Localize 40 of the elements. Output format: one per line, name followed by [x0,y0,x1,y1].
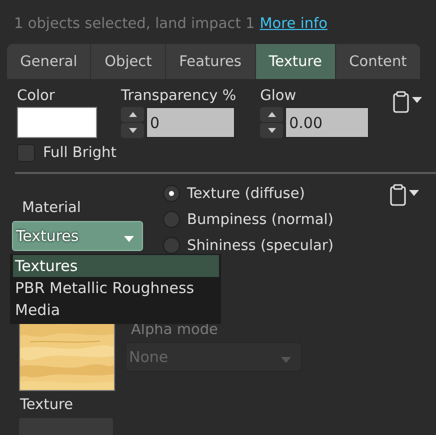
caret-icon [412,97,422,103]
radio-button[interactable] [163,237,180,254]
radio-button[interactable] [163,211,180,228]
decrement-button[interactable] [260,123,284,138]
tab[interactable]: Texture [256,44,336,79]
map-option-label[interactable]: Bumpiness (normal) [187,212,334,228]
increment-button[interactable] [260,107,284,122]
color-swatch[interactable] [17,107,97,138]
more-info-link[interactable]: More info [260,16,328,32]
alpha-mode-label: Alpha mode [131,322,219,338]
glow-label: Glow [260,88,298,104]
paste-menu-button[interactable] [390,184,419,206]
menu-item[interactable]: PBR Metallic Roughness [13,277,219,299]
material-label: Material [22,200,82,216]
map-option-label[interactable]: Shininess (specular) [187,238,334,254]
full-bright-label: Full Bright [43,145,116,161]
transparency-field[interactable]: 0 [146,107,235,138]
map-option-label[interactable]: Texture (diffuse) [187,186,305,202]
caret-icon [124,236,134,242]
color-label: Color [17,88,56,104]
tab[interactable]: General [7,44,92,79]
glow-field[interactable]: 0.00 [285,107,370,138]
up-arrow-icon [268,112,276,117]
transparency-label: Transparency % [121,88,236,104]
radio-button[interactable] [163,185,180,202]
caret-icon [409,190,419,196]
up-arrow-icon [128,112,136,117]
texture-label: Texture [20,397,74,413]
decrement-button[interactable] [121,123,144,138]
selection-summary: 1 objects selected, land impact 1 [14,16,255,32]
clipboard-icon [390,184,406,206]
caret-icon [281,357,291,363]
increment-button[interactable] [121,107,144,122]
checkbox[interactable] [17,144,35,162]
clipboard-icon [393,91,410,113]
down-arrow-icon [268,128,276,133]
menu-item[interactable]: Textures [13,255,219,277]
menu-item[interactable]: Media [13,299,219,321]
paste-menu-button[interactable] [393,91,422,113]
down-arrow-icon [128,128,136,133]
